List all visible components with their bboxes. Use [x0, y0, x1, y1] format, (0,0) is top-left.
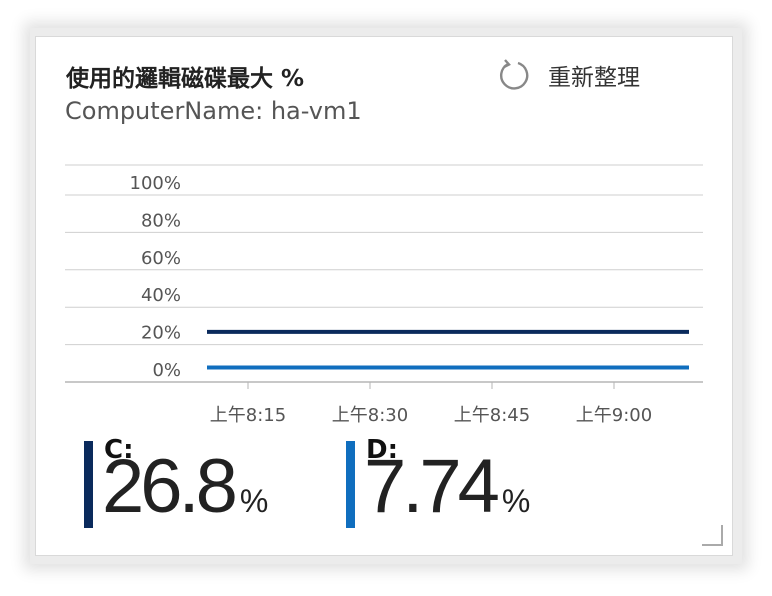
chart-series	[207, 329, 689, 370]
y-tick-label: 0%	[152, 360, 181, 381]
tile-value: 26.8	[102, 444, 238, 529]
x-tick-label: 上午9:00	[576, 405, 652, 426]
x-axis-ticks: 上午8:15 上午8:30 上午8:45 上午9:00	[210, 382, 652, 426]
tile-value-wrap: 26.8%	[102, 449, 268, 525]
x-tick-label: 上午8:45	[454, 405, 530, 426]
tile-color-bar	[84, 441, 93, 528]
line-chart: 100% 80% 60% 40% 20% 0% 上午8:15 上午8:30 上午8:45 上午9…	[65, 164, 703, 426]
tile-color-bar	[346, 441, 355, 528]
y-tick-label: 100%	[130, 173, 181, 194]
y-tick-label: 60%	[141, 248, 181, 269]
x-tick-label: 上午8:30	[332, 405, 408, 426]
y-tick-label: 20%	[141, 323, 181, 344]
chart-grid	[65, 164, 703, 383]
chart-card: 使用的邏輯磁碟最大 % ComputerName: ha-vm1 重新整理 10…	[35, 36, 733, 556]
resize-handle[interactable]	[700, 523, 724, 547]
y-tick-label: 80%	[141, 210, 181, 231]
y-axis-labels: 100% 80% 60% 40% 20% 0%	[130, 173, 181, 381]
tile-value-wrap: 7.74%	[364, 449, 530, 525]
tile-value: 7.74	[364, 444, 500, 529]
tile-unit: %	[501, 483, 531, 519]
y-tick-label: 40%	[141, 285, 181, 306]
tile-unit: %	[239, 483, 269, 519]
x-tick-label: 上午8:15	[210, 405, 286, 426]
